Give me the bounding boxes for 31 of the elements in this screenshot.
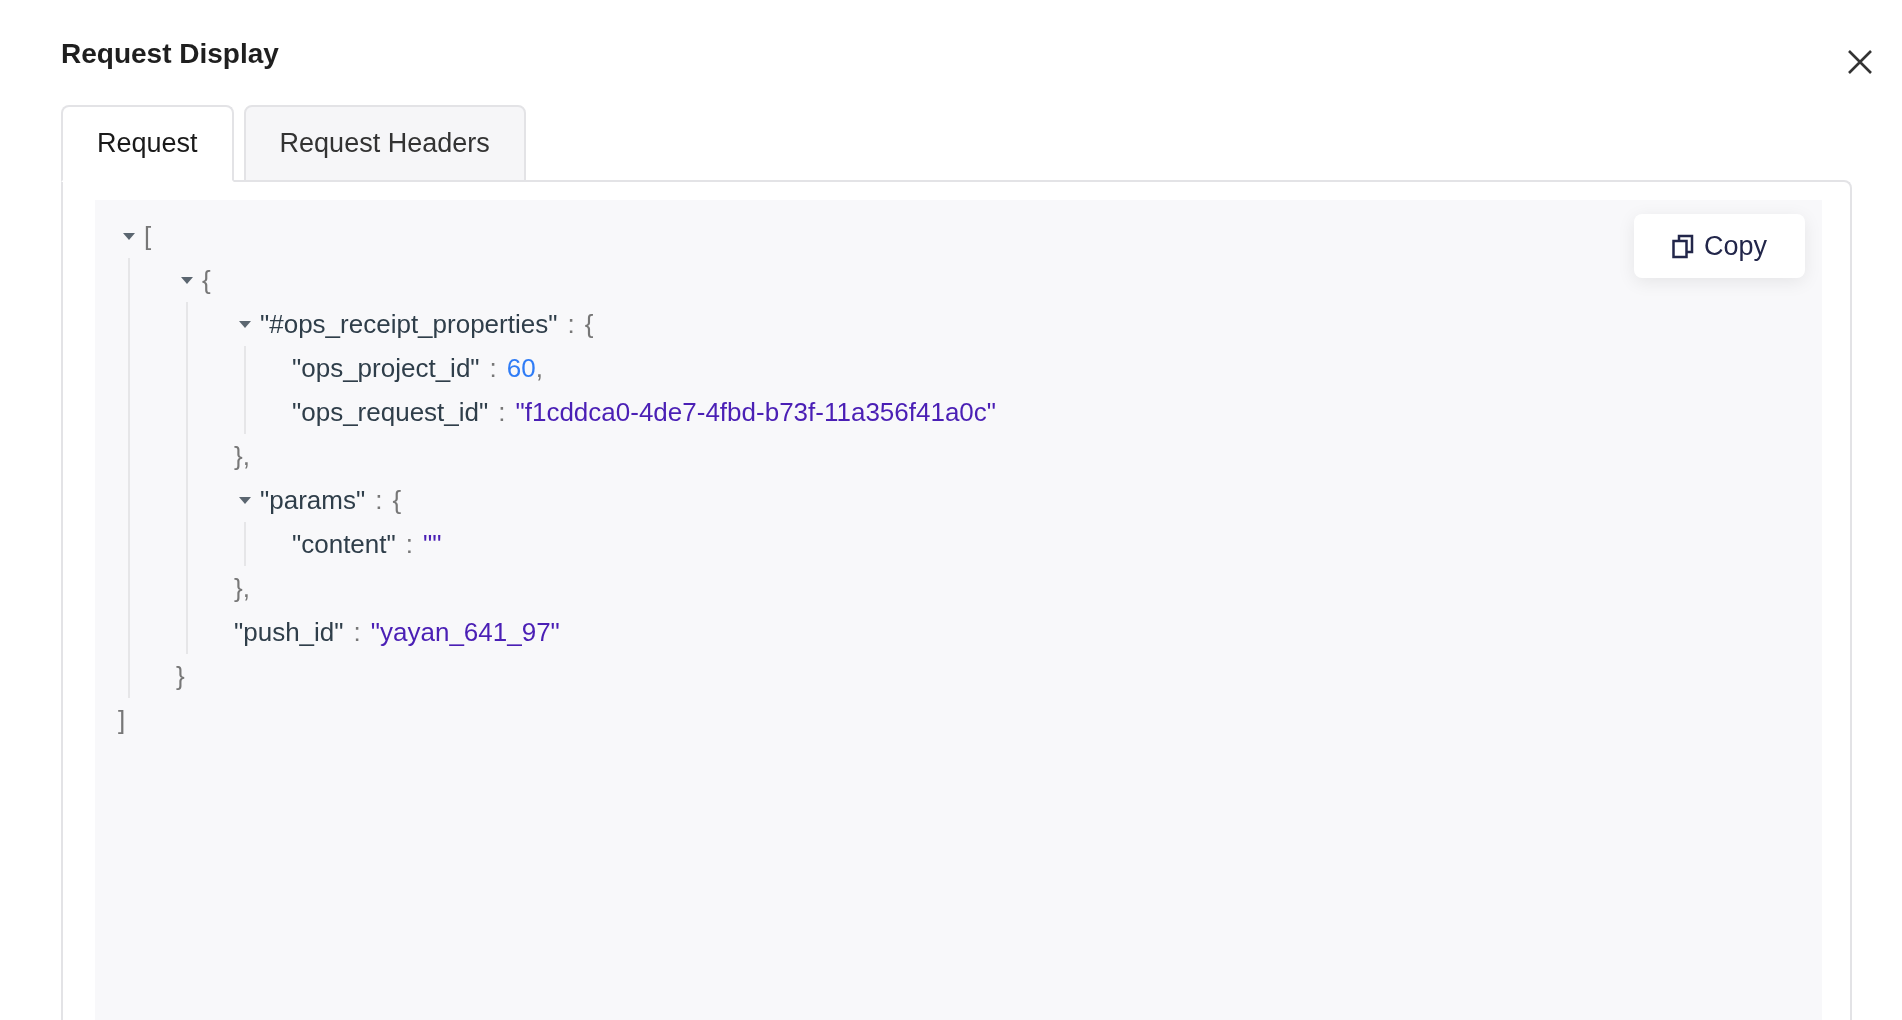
json-key: "#ops_receipt_properties" (260, 302, 558, 346)
number-value: 60 (506, 352, 536, 385)
colon: : (405, 528, 413, 561)
close-bracket: } (176, 660, 185, 693)
open-bracket: [ (144, 220, 152, 253)
string-value: "f1cddca0-4de7-4fbd-b73f-11a356f41a0c" (515, 396, 997, 429)
comma: , (535, 352, 543, 385)
json-key: "ops_request_id" (292, 390, 489, 434)
tab[interactable]: Request Headers (243, 105, 526, 182)
dialog-title: Request Display (61, 38, 279, 70)
open-bracket: { (202, 264, 211, 297)
copy-button[interactable]: Copy (1634, 214, 1805, 278)
string-value: "" (423, 528, 442, 561)
colon: : (489, 352, 497, 385)
colon: : (498, 396, 506, 429)
json-key: "params" (260, 478, 366, 522)
json-key: "ops_project_id" (292, 346, 480, 390)
open-bracket: { (392, 484, 402, 517)
tab[interactable]: Request (61, 105, 234, 182)
colon: : (375, 484, 383, 517)
copy-icon (1672, 233, 1694, 259)
close-bracket: }, (234, 440, 250, 473)
string-value: "yayan_641_97" (370, 616, 560, 649)
colon: : (567, 308, 575, 341)
close-bracket: ] (118, 704, 126, 737)
open-bracket: { (584, 308, 594, 341)
json-key: "push_id" (234, 610, 344, 654)
json-key: "content" (292, 522, 396, 566)
close-icon[interactable] (1846, 48, 1874, 76)
close-bracket: }, (234, 572, 250, 605)
colon: : (353, 616, 361, 649)
